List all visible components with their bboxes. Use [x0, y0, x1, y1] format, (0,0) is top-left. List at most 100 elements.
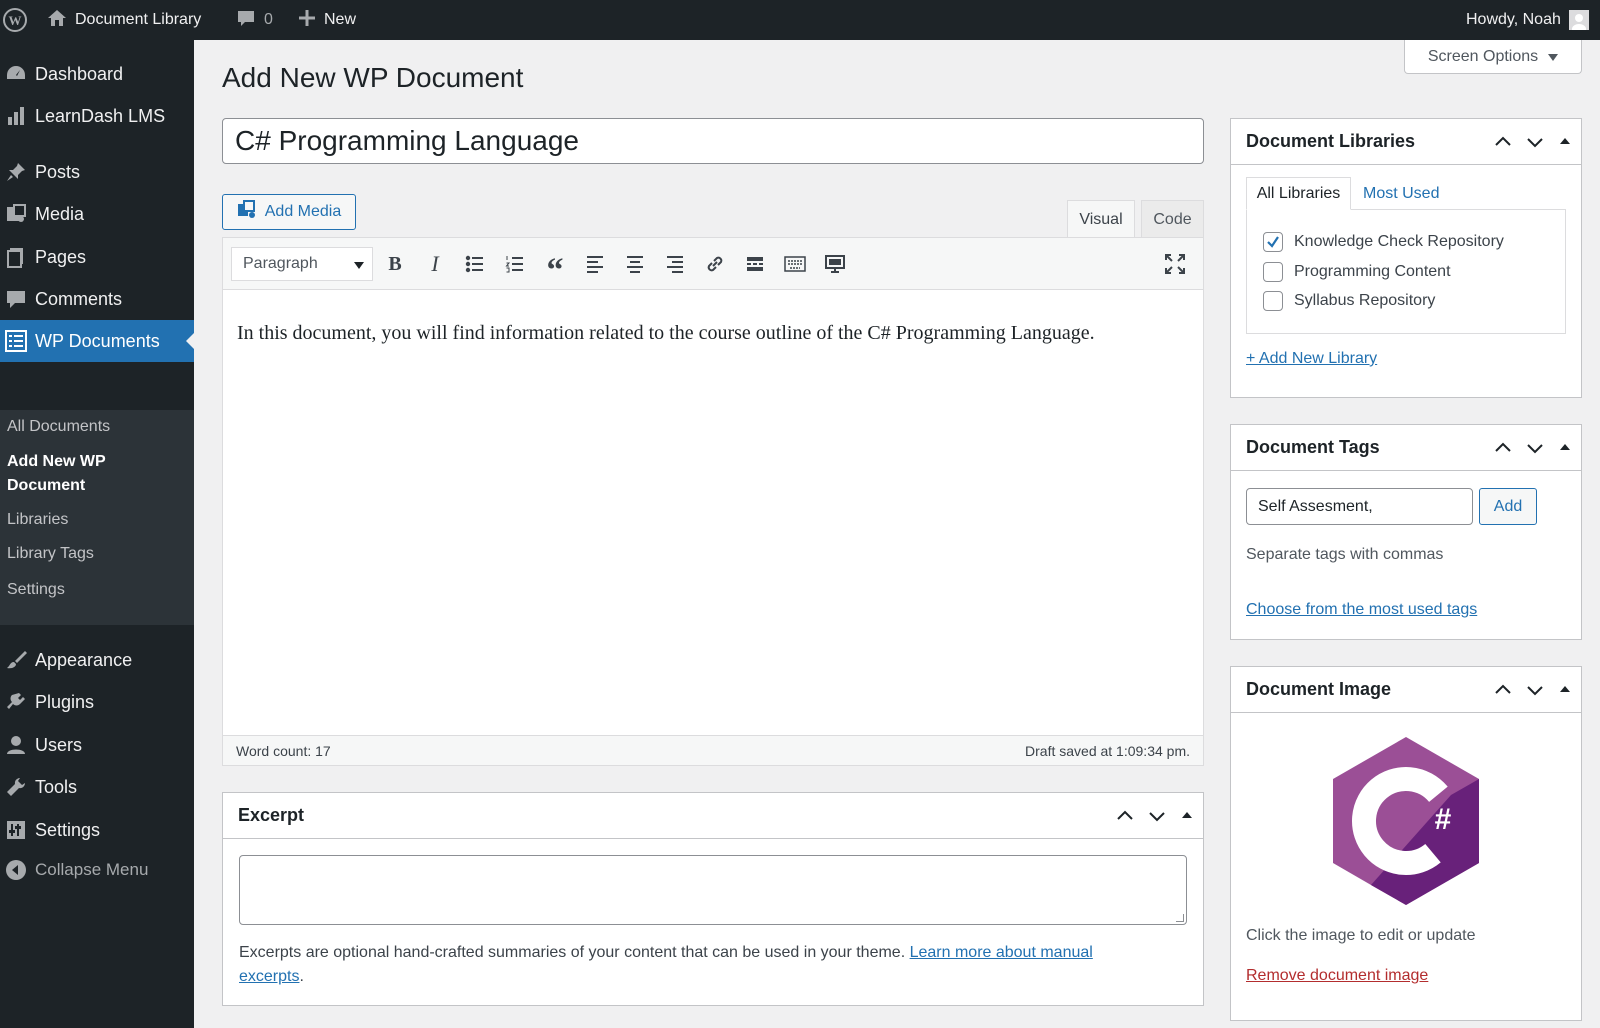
- tags-title: Document Tags: [1246, 437, 1380, 457]
- new-content-link[interactable]: New: [298, 0, 356, 40]
- move-down-icon[interactable]: [1523, 678, 1547, 702]
- format-select[interactable]: Paragraph: [231, 247, 373, 281]
- toolbar-toggle-button[interactable]: [779, 248, 811, 280]
- tab-all-libraries[interactable]: All Libraries: [1246, 177, 1351, 210]
- numbered-list-button[interactable]: [499, 248, 531, 280]
- menu-dashboard[interactable]: Dashboard: [0, 53, 194, 95]
- toggle-panel-icon[interactable]: [1555, 130, 1575, 154]
- submenu-add-new[interactable]: Add New WP Document: [7, 450, 147, 498]
- menu-comments[interactable]: Comments: [0, 278, 194, 320]
- read-more-button[interactable]: [739, 248, 771, 280]
- howdy-text: Howdy, Noah: [1466, 11, 1561, 28]
- move-down-icon[interactable]: [1523, 130, 1547, 154]
- menu-label: Collapse Menu: [35, 860, 149, 879]
- menu-tools[interactable]: Tools: [0, 766, 194, 808]
- excerpt-title: Excerpt: [238, 805, 305, 825]
- blockquote-button[interactable]: “: [539, 248, 571, 288]
- screen-options-button[interactable]: Screen Options: [1404, 40, 1582, 74]
- menu-label: Plugins: [35, 691, 95, 712]
- menu-users[interactable]: Users: [0, 724, 194, 766]
- tags-input[interactable]: Self Assesment,: [1246, 488, 1473, 525]
- fullscreen-button[interactable]: [1159, 248, 1191, 280]
- menu-wp-documents[interactable]: WP Documents: [0, 320, 194, 362]
- menu-settings[interactable]: Settings: [0, 809, 194, 851]
- comments-link[interactable]: 0: [236, 0, 273, 40]
- menu-label: Comments: [35, 288, 123, 309]
- excerpt-learn-more-link-cont[interactable]: excerpts: [239, 968, 299, 985]
- post-title-value: C# Programming Language: [235, 125, 579, 156]
- menu-label: Appearance: [35, 649, 133, 670]
- caret-down-icon: [354, 262, 364, 269]
- remove-document-image-link[interactable]: Remove document image: [1246, 967, 1428, 985]
- submenu-library-tags[interactable]: Library Tags: [7, 542, 94, 566]
- account-menu[interactable]: Howdy, Noah: [1466, 0, 1589, 40]
- add-media-button[interactable]: Add Media: [222, 194, 356, 230]
- checkbox[interactable]: [1263, 291, 1283, 311]
- submenu-settings[interactable]: Settings: [7, 578, 65, 602]
- move-down-icon[interactable]: [1523, 436, 1547, 460]
- collapse-menu-button[interactable]: Collapse Menu: [0, 849, 194, 891]
- toggle-panel-icon[interactable]: [1555, 678, 1575, 702]
- insert-link-button[interactable]: [699, 248, 731, 280]
- brush-icon: [0, 649, 35, 671]
- checkbox-checked[interactable]: [1263, 232, 1283, 252]
- numbered-list-icon: [505, 256, 523, 273]
- excerpt-learn-more-link[interactable]: Learn more about manual: [910, 944, 1093, 961]
- excerpt-box: Excerpt Excerpts are optional hand-craft…: [222, 792, 1204, 1006]
- bullet-list-button[interactable]: [459, 248, 491, 280]
- checkbox[interactable]: [1263, 262, 1283, 282]
- wordpress-logo-icon[interactable]: W: [2, 0, 28, 40]
- libraries-list: Knowledge Check Repository Programming C…: [1246, 209, 1566, 334]
- bold-button[interactable]: B: [379, 248, 411, 280]
- resize-handle-icon[interactable]: [1176, 914, 1184, 922]
- move-up-icon[interactable]: [1491, 130, 1515, 154]
- menu-media[interactable]: Media: [0, 193, 194, 235]
- bullet-list-icon: [465, 255, 483, 273]
- align-left-button[interactable]: [579, 248, 611, 280]
- admin-sidebar: Dashboard LearnDash LMS Posts Media Page…: [0, 40, 194, 1028]
- menu-label: Users: [35, 734, 83, 755]
- add-new-library-link[interactable]: + Add New Library: [1246, 350, 1377, 368]
- align-right-button[interactable]: [659, 248, 691, 280]
- submenu-libraries[interactable]: Libraries: [7, 508, 68, 532]
- italic-button[interactable]: I: [419, 248, 451, 280]
- move-up-icon[interactable]: [1491, 678, 1515, 702]
- toggle-panel-icon[interactable]: [1555, 436, 1575, 460]
- tab-visual[interactable]: Visual: [1067, 200, 1135, 239]
- site-name-link[interactable]: Document Library: [47, 0, 201, 40]
- tab-code[interactable]: Code: [1141, 200, 1204, 238]
- library-label: Syllabus Repository: [1294, 292, 1436, 309]
- plug-icon: [0, 691, 35, 713]
- add-tag-button[interactable]: Add: [1479, 488, 1537, 525]
- menu-learndash[interactable]: LearnDash LMS: [0, 95, 194, 137]
- menu-posts[interactable]: Posts: [0, 151, 194, 193]
- post-title-input[interactable]: C# Programming Language: [222, 118, 1204, 164]
- library-item[interactable]: Programming Content: [1263, 262, 1451, 282]
- list-icon: [0, 329, 35, 353]
- distraction-free-button[interactable]: [819, 248, 851, 280]
- avatar: [1568, 10, 1589, 30]
- tags-controls: [1491, 425, 1575, 471]
- pin-icon: [0, 161, 35, 183]
- submenu-all-documents[interactable]: All Documents: [7, 415, 110, 439]
- bold-icon: B: [388, 252, 402, 275]
- move-up-icon[interactable]: [1491, 436, 1515, 460]
- move-down-icon[interactable]: [1145, 804, 1169, 828]
- media-icon: [237, 199, 257, 225]
- tab-most-used[interactable]: Most Used: [1363, 177, 1439, 210]
- align-center-button[interactable]: [619, 248, 651, 280]
- menu-plugins[interactable]: Plugins: [0, 681, 194, 723]
- library-item[interactable]: Syllabus Repository: [1263, 291, 1435, 311]
- csharp-logo-image[interactable]: #: [1331, 735, 1481, 905]
- editor-content[interactable]: In this document, you will find informat…: [237, 322, 1187, 345]
- wrench-icon: [0, 776, 35, 798]
- menu-appearance[interactable]: Appearance: [0, 639, 194, 681]
- tags-input-value: Self Assesment,: [1258, 497, 1373, 515]
- menu-pages[interactable]: Pages: [0, 236, 194, 278]
- excerpt-textarea[interactable]: [239, 855, 1187, 925]
- excerpt-header: Excerpt: [223, 793, 1203, 839]
- toggle-panel-icon[interactable]: [1177, 804, 1197, 828]
- choose-most-used-tags-link[interactable]: Choose from the most used tags: [1246, 601, 1477, 619]
- move-up-icon[interactable]: [1113, 804, 1137, 828]
- library-item[interactable]: Knowledge Check Repository: [1263, 232, 1504, 252]
